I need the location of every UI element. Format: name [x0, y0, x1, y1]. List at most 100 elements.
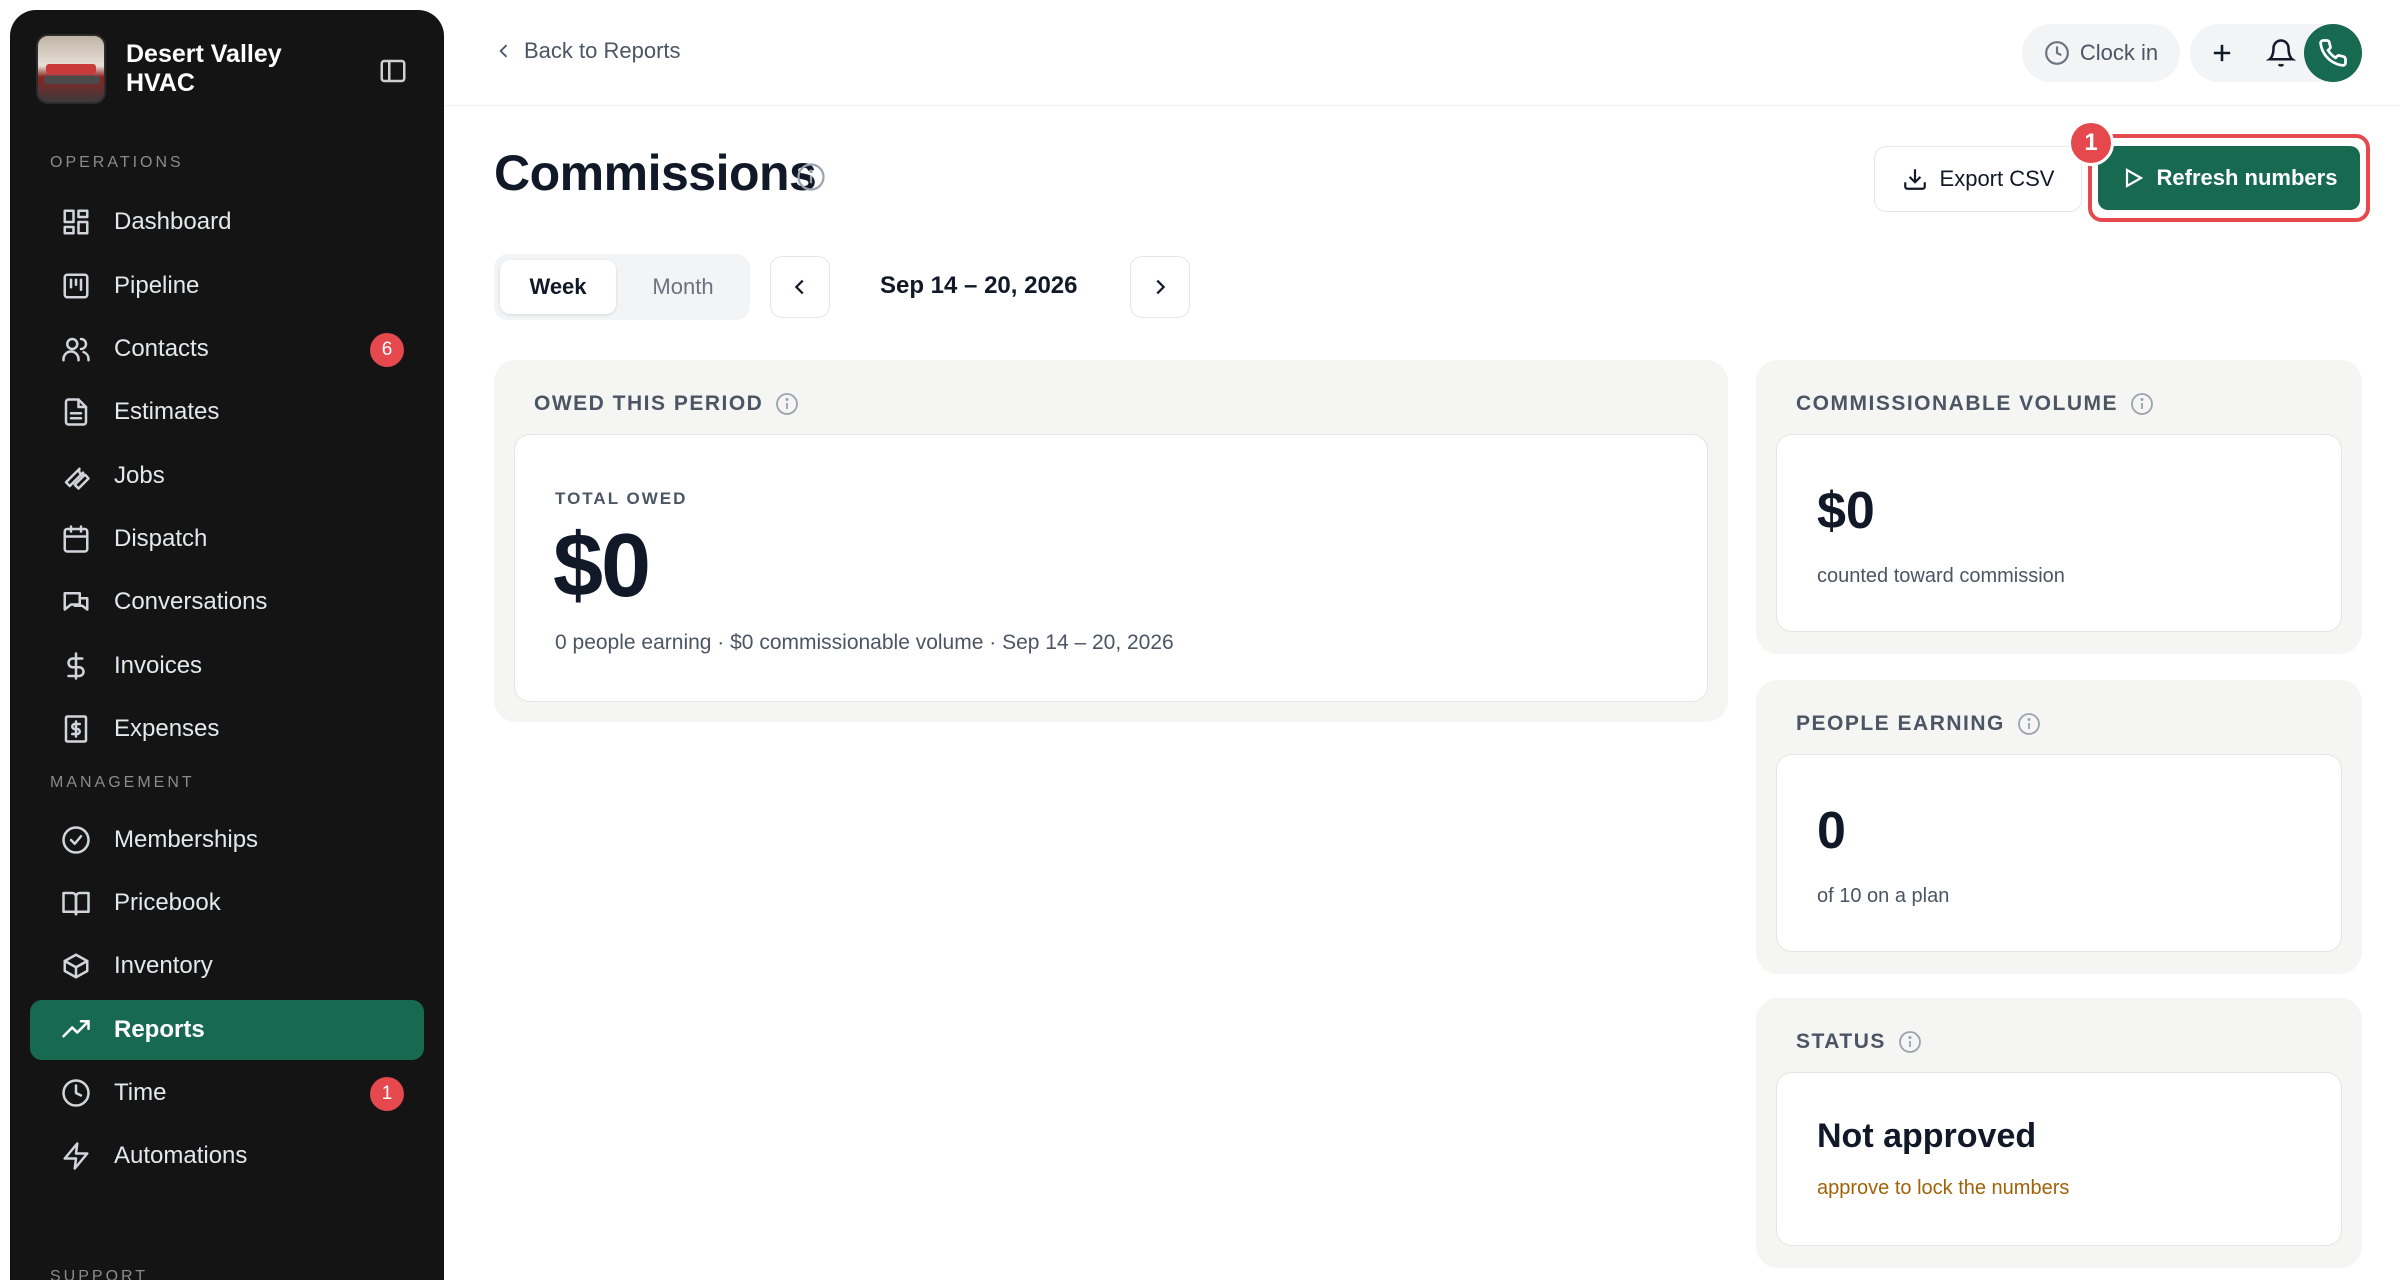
status-value: Not approved: [1817, 1117, 2037, 1155]
sidebar: Desert Valley HVAC OPERATIONS Dashboard …: [10, 10, 444, 1280]
people-subtext: of 10 on a plan: [1817, 885, 1950, 907]
panel-title: STATUS: [1796, 1030, 1922, 1054]
next-period-button[interactable]: [1130, 256, 1190, 318]
document-icon: [60, 396, 92, 428]
check-circle-icon: [60, 824, 92, 856]
sidebar-item-label: Automations: [114, 1142, 248, 1169]
phone-button[interactable]: [2304, 24, 2362, 82]
status-card: Not approved approve to lock the numbers: [1776, 1072, 2342, 1246]
info-icon[interactable]: [796, 162, 826, 192]
brand[interactable]: Desert Valley HVAC: [36, 34, 326, 104]
dollar-icon: [60, 650, 92, 682]
owed-this-period-panel: OWED THIS PERIOD TOTAL OWED $0 0 people …: [494, 360, 1728, 722]
bell-icon[interactable]: [2266, 38, 2296, 68]
sidebar-collapse-icon[interactable]: [378, 56, 408, 86]
sidebar-item-pricebook[interactable]: Pricebook: [30, 873, 424, 933]
sidebar-item-label: Pipeline: [114, 272, 200, 299]
export-csv-label: Export CSV: [1939, 166, 2055, 191]
volume-card: $0 counted toward commission: [1776, 434, 2342, 632]
status-subtext: approve to lock the numbers: [1817, 1177, 2070, 1199]
phone-icon: [2319, 39, 2347, 67]
chevron-right-icon: [1156, 279, 1166, 295]
previous-period-button[interactable]: [770, 256, 830, 318]
calendar-icon: [60, 523, 92, 555]
section-label-operations: OPERATIONS: [50, 154, 184, 171]
sidebar-item-pipeline[interactable]: Pipeline: [30, 256, 424, 316]
receipt-icon: [60, 713, 92, 745]
owed-title: OWED THIS PERIOD: [534, 392, 764, 415]
contacts-count-badge: 6: [370, 333, 404, 367]
owed-summary: 0 people earning · $0 commissionable vol…: [555, 631, 1174, 654]
clock-in-label: Clock in: [2079, 40, 2159, 65]
sidebar-item-automations[interactable]: Automations: [30, 1126, 424, 1186]
sidebar-item-label: Pricebook: [114, 889, 221, 916]
sidebar-item-reports[interactable]: Reports: [30, 1000, 424, 1060]
tab-week[interactable]: Week: [500, 260, 616, 314]
clock-in-button[interactable]: Clock in: [2022, 24, 2180, 82]
sidebar-item-label: Contacts: [114, 335, 209, 362]
chat-icon: [60, 586, 92, 618]
sidebar-item-dispatch[interactable]: Dispatch: [30, 509, 424, 569]
sidebar-item-jobs[interactable]: Jobs: [30, 446, 424, 506]
tab-month[interactable]: Month: [622, 260, 744, 314]
plus-icon[interactable]: [2208, 39, 2236, 67]
sidebar-item-invoices[interactable]: Invoices: [30, 636, 424, 696]
sidebar-item-label: Conversations: [114, 588, 268, 615]
panel-title: COMMISSIONABLE VOLUME: [1796, 392, 2154, 416]
section-label-management: MANAGEMENT: [50, 774, 195, 791]
sidebar-item-label: Expenses: [114, 715, 220, 742]
play-icon: [2125, 168, 2143, 188]
volume-title: COMMISSIONABLE VOLUME: [1796, 392, 2119, 415]
sidebar-item-inventory[interactable]: Inventory: [30, 936, 424, 996]
panel-title: OWED THIS PERIOD: [534, 392, 799, 416]
owed-card: TOTAL OWED $0 0 people earning · $0 comm…: [514, 434, 1708, 702]
sidebar-item-conversations[interactable]: Conversations: [30, 572, 424, 632]
people-earning-panel: PEOPLE EARNING 0 of 10 on a plan: [1756, 680, 2362, 974]
sidebar-item-expenses[interactable]: Expenses: [30, 699, 424, 759]
info-icon[interactable]: [2130, 392, 2154, 416]
sidebar-item-memberships[interactable]: Memberships: [30, 810, 424, 870]
export-csv-button[interactable]: Export CSV: [1874, 146, 2082, 212]
brand-name: Desert Valley HVAC: [126, 40, 326, 98]
chevron-left-icon: [499, 44, 508, 58]
back-link-label: Back to Reports: [524, 38, 681, 63]
box-icon: [60, 950, 92, 982]
sidebar-item-label: Memberships: [114, 826, 259, 853]
info-icon[interactable]: [775, 392, 799, 416]
status-title: STATUS: [1796, 1030, 1886, 1053]
sidebar-item-label: Jobs: [114, 462, 165, 489]
sidebar-item-label: Reports: [114, 1016, 205, 1043]
download-icon: [1903, 169, 1926, 190]
clock-icon: [2044, 41, 2069, 65]
info-icon[interactable]: [2017, 712, 2041, 736]
time-count-badge: 1: [370, 1077, 404, 1111]
status-panel: STATUS Not approved approve to lock the …: [1756, 998, 2362, 1268]
people-title: PEOPLE EARNING: [1796, 712, 2005, 735]
section-label-support: SUPPORT: [50, 1268, 149, 1280]
brand-name-line1: Desert Valley: [126, 40, 282, 68]
info-icon[interactable]: [1898, 1030, 1922, 1054]
bolt-icon: [60, 1140, 92, 1172]
sidebar-item-label: Inventory: [114, 952, 213, 979]
sidebar-item-estimates[interactable]: Estimates: [30, 382, 424, 442]
clock-icon: [60, 1077, 92, 1109]
commissionable-volume-panel: COMMISSIONABLE VOLUME $0 counted toward …: [1756, 360, 2362, 654]
topbar: Back to Reports Clock in: [444, 0, 2400, 106]
sidebar-item-dashboard[interactable]: Dashboard: [30, 192, 424, 252]
sidebar-item-time[interactable]: Time 1: [30, 1063, 424, 1123]
people-card: 0 of 10 on a plan: [1776, 754, 2342, 952]
total-owed-value: $0: [553, 516, 651, 616]
brand-logo: [36, 34, 106, 104]
page-title: Commissions: [494, 145, 817, 201]
refresh-numbers-button[interactable]: Refresh numbers: [2098, 146, 2360, 210]
contacts-icon: [60, 333, 92, 365]
sidebar-item-contacts[interactable]: Contacts 6: [30, 319, 424, 379]
step-marker-badge: 1: [2068, 120, 2114, 166]
back-to-reports-link[interactable]: Back to Reports: [494, 38, 681, 64]
book-icon: [60, 887, 92, 919]
sidebar-item-label: Dispatch: [114, 525, 208, 552]
chevron-left-icon: [794, 279, 804, 295]
date-range-label: Sep 14 – 20, 2026: [880, 272, 1078, 299]
volume-value: $0: [1817, 482, 1875, 540]
brand-name-line2: HVAC: [126, 69, 195, 97]
